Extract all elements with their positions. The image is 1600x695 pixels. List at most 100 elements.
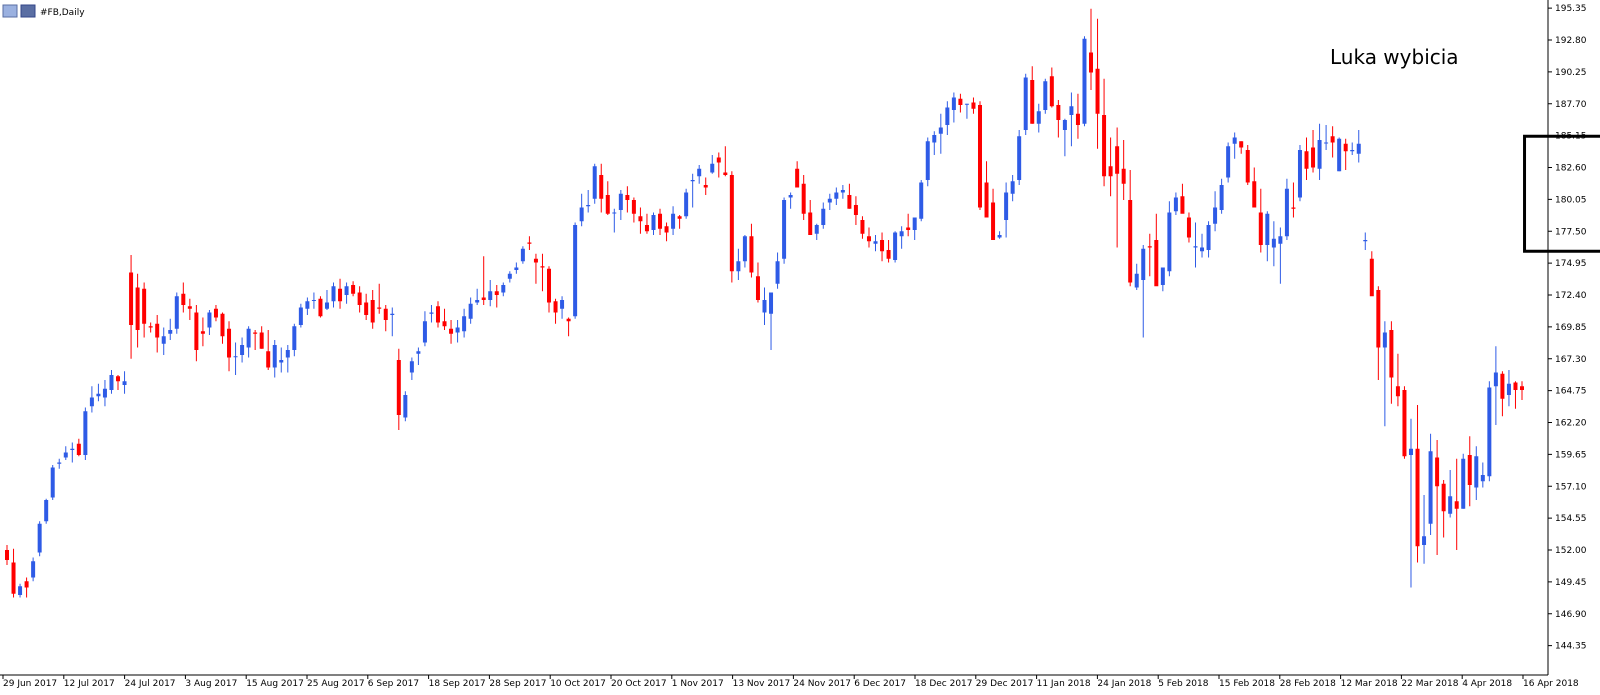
- price-tick-label: 162.20: [1555, 419, 1587, 429]
- candle-body: [925, 141, 930, 180]
- candle-body: [664, 226, 669, 233]
- candle-body: [1095, 68, 1100, 114]
- candle-body: [1128, 200, 1133, 283]
- candle-body: [631, 200, 636, 214]
- price-tick-label: 172.40: [1555, 291, 1587, 301]
- candle-body: [1330, 136, 1335, 143]
- candle-body: [129, 272, 134, 325]
- candle-body: [736, 261, 741, 272]
- candle-body: [605, 195, 610, 214]
- candle-body: [847, 195, 852, 209]
- candle-body: [1350, 150, 1355, 152]
- candle-body: [246, 328, 251, 348]
- candle-body: [1448, 496, 1453, 514]
- price-tick-label: 187.70: [1555, 100, 1587, 110]
- candle-body: [63, 452, 68, 458]
- candle-body: [860, 220, 865, 234]
- time-tick-label: 24 Jul 2017: [125, 679, 176, 689]
- candlestick-chart[interactable]: #FB,Daily 195.35192.80190.25187.70185.15…: [0, 0, 1600, 695]
- candle-body: [1180, 196, 1185, 214]
- candle-body: [370, 300, 375, 323]
- breakout-gap-label: Luka wybicia: [1330, 45, 1459, 69]
- candle-body: [76, 443, 81, 455]
- candle-body: [351, 285, 356, 294]
- candle-body: [1474, 456, 1479, 488]
- candle-body: [409, 361, 414, 373]
- candle-body: [1069, 106, 1074, 115]
- candle-body: [83, 411, 88, 455]
- candle-body: [788, 195, 793, 198]
- candle-body: [220, 313, 225, 337]
- chart-window-icon: [2, 4, 18, 18]
- time-tick-label: 15 Feb 2018: [1219, 679, 1275, 689]
- candle-body: [527, 242, 532, 244]
- candle-body: [723, 172, 728, 175]
- candle-body: [951, 97, 956, 110]
- price-tick-label: 146.90: [1555, 610, 1587, 620]
- candle-body: [1154, 240, 1159, 287]
- candle-body: [338, 288, 343, 302]
- window-header: #FB,Daily: [2, 4, 85, 18]
- candle-body: [1213, 207, 1218, 224]
- candle-body: [416, 351, 421, 354]
- candle-body: [1043, 81, 1048, 110]
- price-tick-label: 154.55: [1555, 514, 1587, 524]
- candle-body: [383, 308, 388, 320]
- candle-body: [429, 312, 434, 314]
- time-tick-label: 4 Apr 2018: [1462, 679, 1512, 689]
- candle-body: [253, 332, 258, 334]
- candle-body: [873, 241, 878, 244]
- time-tick-label: 18 Dec 2017: [915, 679, 973, 689]
- time-tick-label: 20 Oct 2017: [611, 679, 667, 689]
- time-tick-label: 11 Jan 2018: [1037, 679, 1091, 689]
- candle-body: [194, 312, 199, 350]
- time-tick-label: 29 Jun 2017: [3, 679, 57, 689]
- candle-body: [1284, 188, 1289, 237]
- price-tick-label: 192.80: [1555, 36, 1587, 46]
- candle-body: [331, 286, 336, 302]
- price-tick-label: 144.35: [1555, 642, 1587, 652]
- candle-body: [1023, 77, 1028, 130]
- candle-body: [1239, 141, 1244, 148]
- price-tick-label: 177.50: [1555, 227, 1587, 237]
- candle-body: [488, 291, 493, 300]
- candle-body: [155, 323, 160, 338]
- time-tick-label: 6 Dec 2017: [854, 679, 906, 689]
- candle-body: [305, 301, 310, 309]
- candle-body: [782, 200, 787, 259]
- candle-body: [1265, 213, 1270, 245]
- candle-body: [1343, 143, 1348, 152]
- candle-body: [997, 235, 1002, 238]
- time-tick-label: 1 Nov 2017: [672, 679, 724, 689]
- candle-body: [5, 550, 9, 560]
- candle-body: [1487, 387, 1492, 477]
- candle-body: [1147, 246, 1152, 248]
- candle-body: [703, 185, 708, 188]
- candle-body: [1441, 483, 1446, 512]
- candle-body: [1369, 258, 1374, 297]
- time-tick-label: 5 Feb 2018: [1158, 679, 1209, 689]
- candle-body: [57, 462, 62, 464]
- candle-body: [1376, 290, 1381, 348]
- candle-body: [612, 212, 617, 214]
- candle-body: [592, 166, 597, 199]
- time-tick-label: 24 Jan 2018: [1097, 679, 1151, 689]
- candle-body: [1089, 52, 1094, 73]
- candle-body: [658, 213, 663, 229]
- candle-body: [109, 375, 114, 390]
- time-tick-label: 13 Nov 2017: [733, 679, 791, 689]
- candle-body: [684, 192, 689, 217]
- candle-body: [89, 397, 94, 407]
- time-tick-label: 25 Aug 2017: [307, 679, 365, 689]
- candle-body: [821, 208, 826, 225]
- time-tick-label: 18 Sep 2017: [429, 679, 486, 689]
- candle-body: [1206, 225, 1211, 250]
- candle-body: [1134, 273, 1139, 288]
- candle-body: [827, 198, 832, 203]
- chart-type-icon: [20, 4, 36, 18]
- candle-body: [44, 500, 49, 522]
- candle-body: [755, 276, 760, 300]
- candle-body: [174, 296, 179, 329]
- time-tick-label: 12 Jul 2017: [64, 679, 115, 689]
- candle-body: [357, 292, 362, 305]
